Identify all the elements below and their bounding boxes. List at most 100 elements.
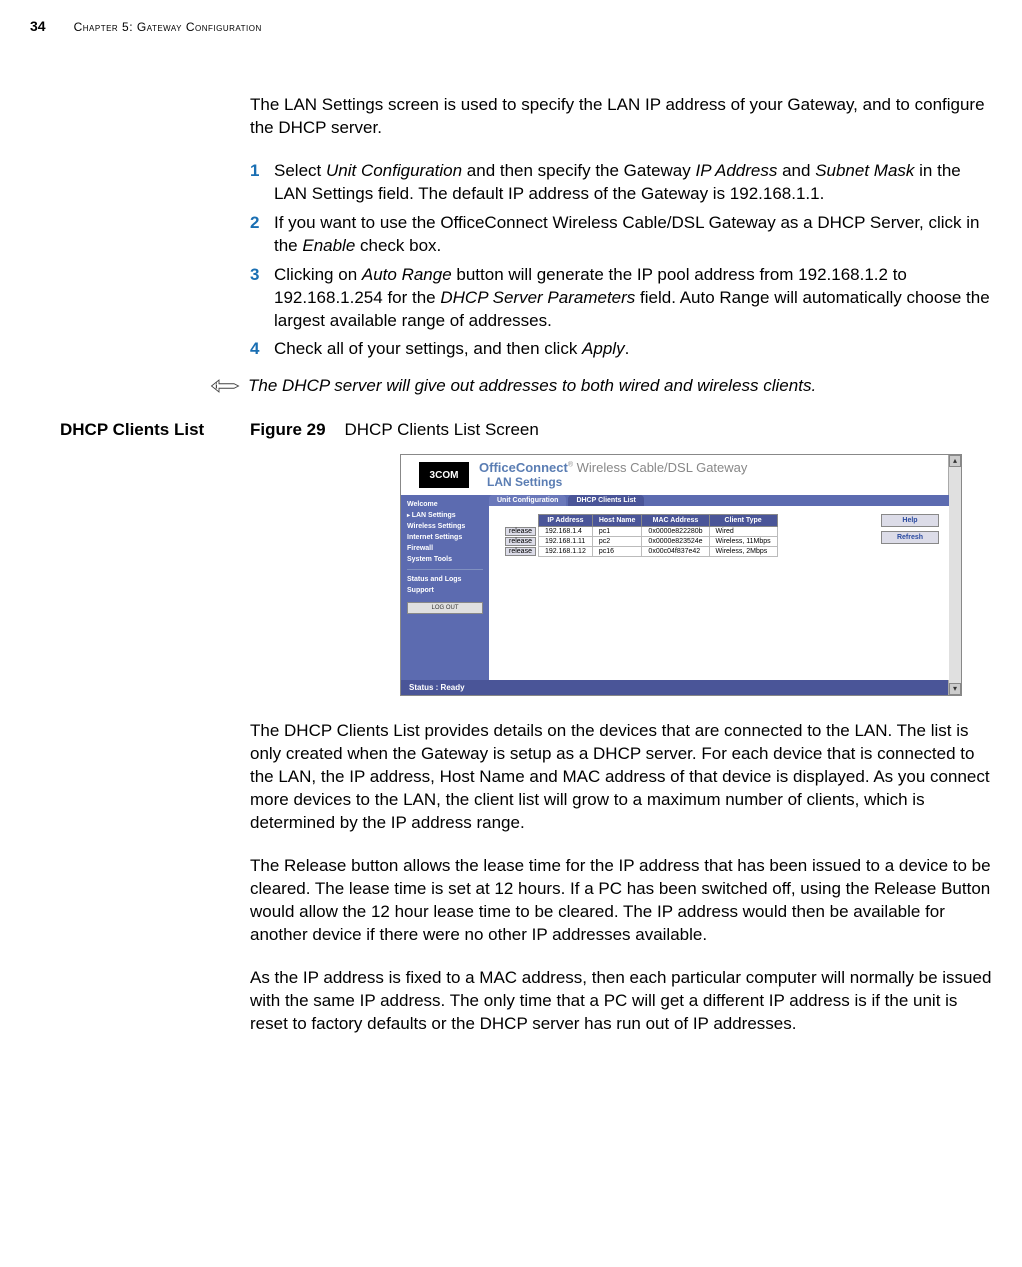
sidebar-item-lan-settings[interactable]: LAN Settings [401, 510, 489, 521]
step-number: 3 [250, 264, 274, 333]
text: and [777, 161, 815, 180]
cell-host: pc16 [592, 547, 642, 557]
col-host: Host Name [592, 515, 642, 527]
chapter-title: Chapter 5: Gateway Configuration [74, 20, 262, 34]
table-row: release 192.168.1.4 pc1 0x0000e822280b W… [499, 527, 777, 537]
italic: Subnet Mask [815, 161, 914, 180]
scrollbar[interactable]: ▴ ▾ [948, 455, 961, 695]
table-header-row: IP Address Host Name MAC Address Client … [499, 515, 777, 527]
logo-text: 3COM [419, 462, 469, 488]
pane-title: LAN Settings [487, 475, 747, 489]
brand-bold: OfficeConnect [479, 460, 568, 475]
text: Select [274, 161, 326, 180]
table-row: release 192.168.1.12 pc16 0x00c04f837e42… [499, 547, 777, 557]
logo-3com: 3COM [419, 462, 479, 488]
content-pane: Unit Configuration DHCP Clients List Hel… [489, 495, 949, 680]
body-paragraph-3: As the IP address is fixed to a MAC addr… [250, 967, 992, 1036]
col-blank [499, 515, 538, 527]
italic: Enable [302, 236, 355, 255]
cell-mac: 0x00c04f837e42 [642, 547, 709, 557]
step-number: 1 [250, 160, 274, 206]
figure-heading-row: DHCP Clients List Figure 29 DHCP Clients… [250, 420, 992, 440]
cell-ip: 192.168.1.11 [538, 537, 592, 547]
note-text: The DHCP server will give out addresses … [248, 375, 816, 398]
italic: Unit Configuration [326, 161, 462, 180]
step-number: 4 [250, 338, 274, 361]
cell-type: Wireless, 11Mbps [709, 537, 777, 547]
info-note: i The DHCP server will give out addresse… [210, 375, 992, 400]
sidebar-item-welcome[interactable]: Welcome [401, 499, 489, 510]
col-mac: MAC Address [642, 515, 709, 527]
ui-header: 3COM OfficeConnect® Wireless Cable/DSL G… [401, 455, 961, 495]
text: Check all of your settings, and then cli… [274, 339, 582, 358]
sidebar-item-wireless-settings[interactable]: Wireless Settings [401, 521, 489, 532]
sidebar-item-internet-settings[interactable]: Internet Settings [401, 532, 489, 543]
col-ip: IP Address [538, 515, 592, 527]
sidebar-item-system-tools[interactable]: System Tools [401, 554, 489, 565]
dhcp-clients-table: IP Address Host Name MAC Address Client … [499, 514, 778, 557]
svg-text:i: i [215, 382, 218, 391]
status-bar: Status : Ready [401, 680, 949, 695]
sidebar-item-support[interactable]: Support [401, 585, 489, 596]
scroll-up-icon[interactable]: ▴ [949, 455, 961, 467]
step-body: Select Unit Configuration and then speci… [274, 160, 992, 206]
cell-mac: 0x0000e822280b [642, 527, 709, 537]
page-number: 34 [30, 18, 46, 34]
body-paragraph-1: The DHCP Clients List provides details o… [250, 720, 992, 835]
step-2: 2 If you want to use the OfficeConnect W… [250, 212, 992, 258]
figure-caption: Figure 29 DHCP Clients List Screen [250, 420, 539, 440]
tab-unit-configuration[interactable]: Unit Configuration [489, 495, 566, 506]
cell-host: pc2 [592, 537, 642, 547]
cell-mac: 0x0000e823524e [642, 537, 709, 547]
running-header: 34 Chapter 5: Gateway Configuration [30, 18, 992, 34]
step-3: 3 Clicking on Auto Range button will gen… [250, 264, 992, 333]
step-number: 2 [250, 212, 274, 258]
section-heading: DHCP Clients List [60, 420, 240, 440]
router-ui-window: ▴ ▾ 3COM OfficeConnect® Wireless Cable/D… [400, 454, 962, 696]
col-type: Client Type [709, 515, 777, 527]
release-button[interactable]: release [505, 537, 536, 546]
step-body: Check all of your settings, and then cli… [274, 338, 992, 361]
tab-dhcp-clients-list[interactable]: DHCP Clients List [568, 495, 643, 506]
release-button[interactable]: release [505, 527, 536, 536]
figure-title: DHCP Clients List Screen [345, 420, 539, 439]
cell-host: pc1 [592, 527, 642, 537]
sidebar-item-status-logs[interactable]: Status and Logs [401, 574, 489, 585]
cell-type: Wireless, 2Mbps [709, 547, 777, 557]
tabs: Unit Configuration DHCP Clients List [489, 495, 949, 506]
text: check box. [355, 236, 441, 255]
refresh-button[interactable]: Refresh [881, 531, 939, 544]
release-button[interactable]: release [505, 547, 536, 556]
figure-screenshot: ▴ ▾ 3COM OfficeConnect® Wireless Cable/D… [400, 454, 992, 696]
sidebar: Welcome LAN Settings Wireless Settings I… [401, 495, 489, 680]
info-icon: i [210, 377, 240, 400]
intro-paragraph: The LAN Settings screen is used to speci… [250, 94, 992, 140]
action-buttons: Help Refresh [881, 514, 939, 548]
step-4: 4 Check all of your settings, and then c… [250, 338, 992, 361]
page: 34 Chapter 5: Gateway Configuration The … [0, 0, 1022, 1096]
scroll-down-icon[interactable]: ▾ [949, 683, 961, 695]
cell-ip: 192.168.1.12 [538, 547, 592, 557]
step-list: 1 Select Unit Configuration and then spe… [250, 160, 992, 362]
logout-button[interactable]: LOG OUT [407, 602, 483, 614]
ui-body: Welcome LAN Settings Wireless Settings I… [401, 495, 949, 680]
sidebar-divider [407, 569, 483, 570]
figure-label: Figure 29 [250, 420, 326, 439]
text: Clicking on [274, 265, 362, 284]
cell-ip: 192.168.1.4 [538, 527, 592, 537]
table-row: release 192.168.1.11 pc2 0x0000e823524e … [499, 537, 777, 547]
tab-content: Help Refresh IP Address Host Name MAC Ad… [489, 506, 949, 672]
sidebar-item-firewall[interactable]: Firewall [401, 543, 489, 554]
italic: Auto Range [362, 265, 452, 284]
main-column: The LAN Settings screen is used to speci… [250, 94, 992, 1036]
text: and then specify the Gateway [462, 161, 695, 180]
body-paragraph-2: The Release button allows the lease time… [250, 855, 992, 947]
help-button[interactable]: Help [881, 514, 939, 527]
italic: DHCP Server Parameters [440, 288, 635, 307]
italic: Apply [582, 339, 625, 358]
step-body: If you want to use the OfficeConnect Wir… [274, 212, 992, 258]
brand-title: OfficeConnect® Wireless Cable/DSL Gatewa… [479, 460, 747, 491]
step-body: Clicking on Auto Range button will gener… [274, 264, 992, 333]
cell-type: Wired [709, 527, 777, 537]
text: . [625, 339, 630, 358]
